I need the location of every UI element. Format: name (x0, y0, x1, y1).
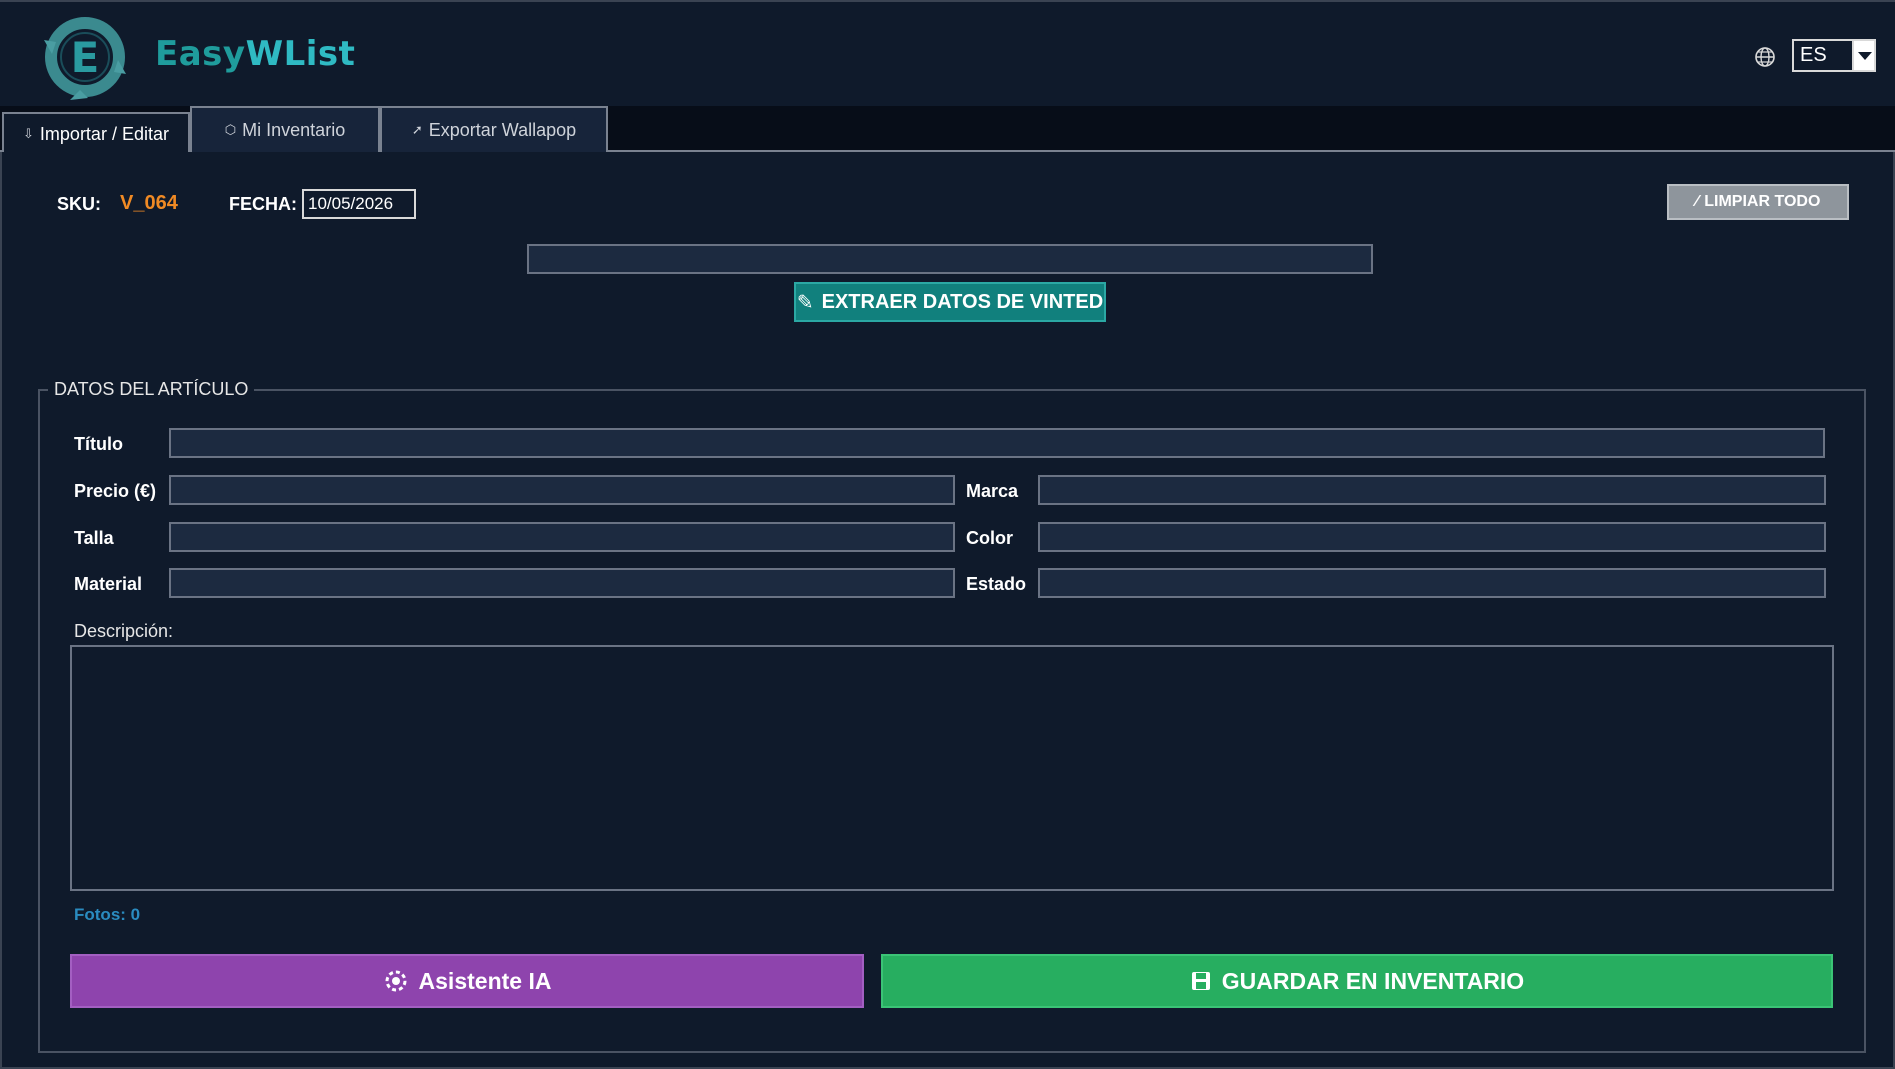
date-label: FECHA: (229, 194, 297, 214)
brand-field[interactable] (1038, 475, 1826, 505)
save-inventory-label: GUARDAR EN INVENTARIO (1221, 967, 1525, 994)
sparkle-gear-icon (385, 970, 407, 992)
floppy-disk-icon (1191, 972, 1210, 990)
tab-import-edit[interactable]: ⇩ Importar / Editar (2, 112, 190, 154)
ai-assistant-button[interactable]: Asistente IA (70, 954, 864, 1008)
app-name-part2: WList (245, 34, 356, 74)
tab-label: Mi Inventario (242, 119, 346, 140)
svg-text:E: E (71, 33, 100, 82)
chevron-down-icon[interactable] (1852, 41, 1874, 70)
size-label: Talla (74, 528, 114, 548)
ai-assistant-label: Asistente IA (418, 967, 552, 994)
extract-label: EXTRAER DATOS DE VINTED (821, 290, 1104, 313)
photos-count: Fotos: 0 (74, 905, 141, 924)
tab-inventory[interactable]: ⬡ Mi Inventario (190, 106, 380, 152)
sku-value: V_064 (120, 192, 178, 214)
pen-icon: ✎ (796, 291, 814, 314)
app-name: EasyWList (155, 34, 355, 74)
item-data-group: DATOS DEL ARTÍCULO Título Precio (€) Mar… (38, 379, 1866, 1053)
price-label: Precio (€) (74, 481, 157, 501)
clear-all-button[interactable]: ⁄ LIMPIAR TODO (1667, 184, 1849, 220)
box-icon: ⬡ (224, 122, 237, 137)
import-edit-panel: SKU: V_064 FECHA: ⁄ LIMPIAR TODO ✎ EXTRA… (0, 152, 1895, 1069)
brand-label: Marca (966, 481, 1019, 501)
tab-export-wallapop[interactable]: ➚ Exportar Wallapop (380, 106, 608, 152)
color-field[interactable] (1038, 522, 1826, 552)
globe-icon (1755, 47, 1775, 67)
state-field[interactable] (1038, 568, 1826, 598)
title-label: Título (74, 434, 123, 454)
import-icon: ⇩ (23, 126, 34, 141)
clear-all-label: LIMPIAR TODO (1704, 193, 1821, 210)
price-field[interactable] (169, 475, 955, 505)
language-value: ES (1800, 44, 1827, 66)
sku-label: SKU: (57, 194, 101, 214)
tab-label: Exportar Wallapop (428, 119, 577, 140)
size-field[interactable] (169, 522, 955, 552)
language-select[interactable]: ES (1792, 39, 1876, 72)
save-inventory-button[interactable]: GUARDAR EN INVENTARIO (881, 954, 1833, 1008)
color-label: Color (966, 528, 1013, 548)
extract-vinted-button[interactable]: ✎ EXTRAER DATOS DE VINTED (794, 282, 1106, 322)
material-label: Material (74, 574, 143, 594)
state-label: Estado (966, 574, 1027, 594)
broom-icon: ⁄ (1695, 193, 1699, 210)
material-field[interactable] (169, 568, 955, 598)
title-field[interactable] (169, 428, 1825, 458)
app-name-part1: Easy (155, 34, 246, 74)
description-textarea[interactable] (70, 645, 1834, 891)
date-field[interactable] (302, 189, 416, 219)
tab-bar: ⇩ Importar / Editar ⬡ Mi Inventario ➚ Ex… (0, 106, 1895, 154)
app-header: E EasyWList ES (0, 0, 1895, 106)
tab-label: Importar / Editar (39, 123, 169, 144)
description-label: Descripción: (74, 621, 174, 641)
group-title: DATOS DEL ARTÍCULO (48, 379, 255, 400)
rocket-icon: ➚ (411, 122, 423, 137)
recycle-e-logo-icon: E (44, 17, 126, 100)
vinted-url-input[interactable] (527, 244, 1373, 274)
